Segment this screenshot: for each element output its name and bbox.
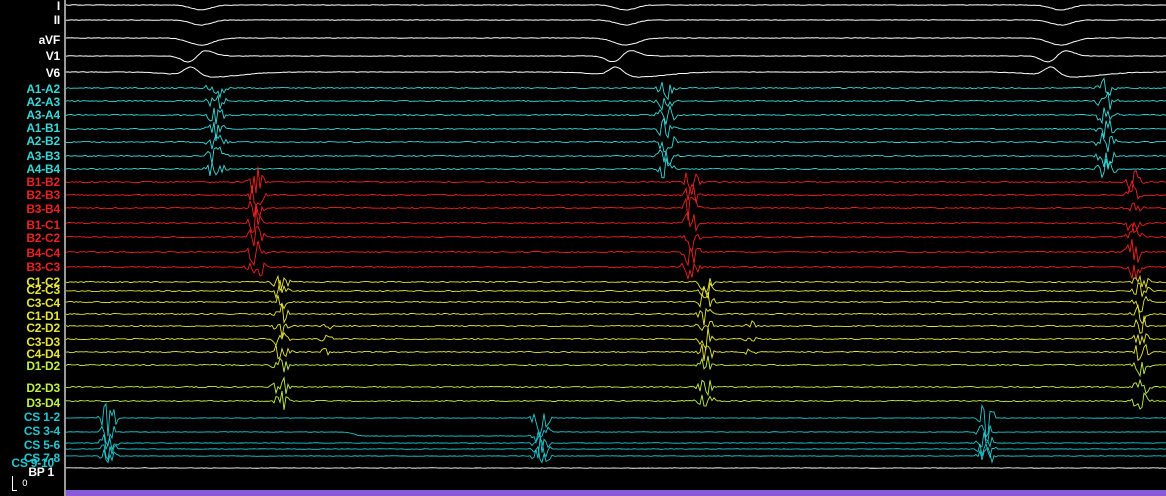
trace-b3-b4 xyxy=(66,196,1166,221)
ep-recording-viewer: I II aVF V1 V6 A1-A2 A2-A3 A3-A4 A1-B1 A2-B2 A3-B3… xyxy=(0,0,1166,496)
trace-b4-c4 xyxy=(66,238,1166,267)
trace-a3-b3 xyxy=(66,146,1166,168)
trace-c1-c2 xyxy=(66,274,1166,294)
channel-label-bp-1[interactable]: BP 1 xyxy=(28,466,54,479)
trace-area[interactable] xyxy=(66,0,1166,496)
trace-a2-b2 xyxy=(66,132,1166,153)
trace-b2-b3 xyxy=(66,179,1166,206)
channel-label-v1[interactable]: V1 xyxy=(46,50,60,63)
channel-label-b2-b3[interactable]: B2-B3 xyxy=(26,189,60,202)
trace-bp-1 xyxy=(66,467,1166,469)
trace-cs-5-6 xyxy=(66,432,1166,453)
trace-c3-c4 xyxy=(66,292,1166,313)
channel-label-a2-b2[interactable]: A2-B2 xyxy=(26,135,60,148)
trace-v6 xyxy=(66,66,1166,78)
trace-b1-c1 xyxy=(66,206,1166,234)
trace-d1-d2 xyxy=(66,355,1166,378)
trace-a4-b4 xyxy=(66,157,1166,179)
trace-c3-d3 xyxy=(66,327,1166,351)
channel-label-b3-b4[interactable]: B3-B4 xyxy=(26,203,60,216)
trace-c4-d4 xyxy=(66,343,1166,362)
channel-label-avf[interactable]: aVF xyxy=(39,34,61,47)
channel-label-v6[interactable]: V6 xyxy=(46,67,60,80)
trace-d2-d3 xyxy=(66,376,1166,397)
channel-label-ii[interactable]: II xyxy=(54,14,60,27)
trace-b2-c2 xyxy=(66,221,1166,253)
channel-label-d1-d2[interactable]: D1-D2 xyxy=(26,360,60,373)
channel-label-d2-d3[interactable]: D2-D3 xyxy=(26,382,60,395)
trace-b3-c3 xyxy=(66,261,1166,280)
channel-label-c2-d2[interactable]: C2-D2 xyxy=(26,322,60,335)
channel-label-b3-c3[interactable]: B3-C3 xyxy=(26,261,60,274)
trace-a1-a2 xyxy=(66,77,1166,101)
channel-label-b4-c4[interactable]: B4-C4 xyxy=(26,247,60,260)
scale-marker xyxy=(12,476,17,491)
channel-label-cs-3-4[interactable]: CS 3-4 xyxy=(24,425,60,438)
trace-a3-a4 xyxy=(66,105,1166,125)
trace-a2-a3 xyxy=(66,91,1166,112)
trace-c1-d1 xyxy=(66,302,1166,326)
trace-cs-7-8 xyxy=(66,437,1166,461)
channel-label-panel: I II aVF V1 V6 A1-A2 A2-A3 A3-A4 A1-B1 A2-B2 A3-B3… xyxy=(0,0,64,496)
trace-v1 xyxy=(66,50,1166,63)
trace-b1-b2 xyxy=(66,166,1166,195)
trace-c2-d2 xyxy=(66,315,1166,338)
scale-zero-label: 0 xyxy=(22,479,28,489)
channel-label-b2-c2[interactable]: B2-C2 xyxy=(26,232,60,245)
channel-label-cs-1-2[interactable]: CS 1-2 xyxy=(24,411,60,424)
timeline-scrollbar[interactable] xyxy=(66,490,1166,496)
channel-label-d3-d4[interactable]: D3-D4 xyxy=(26,397,60,410)
trace-i xyxy=(66,4,1166,11)
trace-a1-b1 xyxy=(66,116,1166,142)
trace-ii xyxy=(66,19,1166,26)
trace-avf xyxy=(66,37,1166,46)
trace-d3-d4 xyxy=(66,390,1166,410)
channel-label-i[interactable]: I xyxy=(57,0,60,13)
